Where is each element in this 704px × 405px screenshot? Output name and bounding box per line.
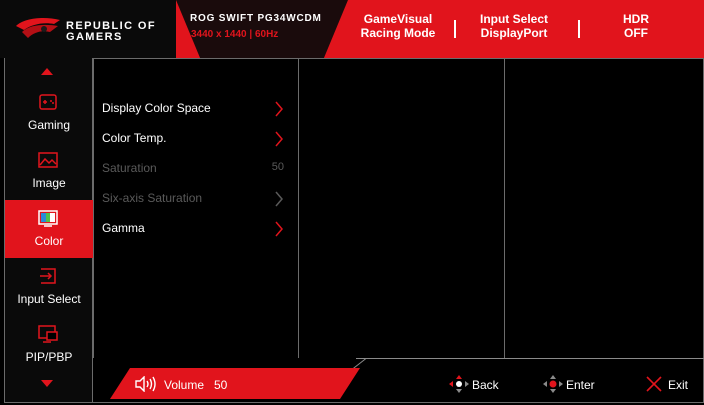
sidebar-item-gaming[interactable]: Gaming (5, 84, 93, 142)
model-name: ROG SWIFT PG34WCDM (190, 13, 322, 24)
status-gamevisual-label: GameVisual (363, 12, 433, 26)
status-hdr-label: HDR (623, 12, 649, 26)
volume-label: Volume (164, 378, 205, 392)
status-input-label: Input Select (479, 12, 548, 26)
footer-divider (356, 358, 704, 359)
status-hdr: HDR OFF (586, 12, 686, 40)
sidebar-item-label: Gaming (27, 118, 71, 132)
menu-item-label: Saturation (102, 161, 157, 175)
sidebar-item-input-select[interactable]: Input Select (5, 258, 93, 316)
menu-item-label: Gamma (102, 221, 145, 235)
menu-item-label: Color Temp. (102, 131, 167, 145)
chevron-right-icon (275, 191, 283, 207)
menu-item-saturation: Saturation 50 (102, 159, 292, 179)
sidebar-item-image[interactable]: Image (5, 142, 93, 200)
saturation-value: 50 (271, 161, 284, 173)
chevron-right-icon (275, 131, 283, 147)
osd-body: Gaming Image Color Input Select PIP/PBP … (4, 58, 704, 403)
image-icon (38, 152, 58, 168)
status-input-value: DisplayPort (480, 26, 548, 40)
header-bar: REPUBLIC OF GAMERS ROG SWIFT PG34WCDM 34… (0, 0, 704, 58)
sidebar-item-label: Input Select (17, 292, 81, 306)
footer-bar: Volume 50 Back Enter Exit (92, 356, 704, 403)
chevron-right-icon (275, 221, 283, 237)
pip-icon (38, 325, 58, 343)
status-gamevisual-value: Racing Mode (360, 26, 436, 40)
speaker-icon (135, 376, 156, 392)
status-gamevisual: GameVisual Racing Mode (348, 12, 448, 40)
gamepad-icon (39, 94, 57, 110)
joystick-left-icon (449, 375, 469, 393)
scroll-down-icon[interactable] (41, 380, 53, 387)
scroll-up-icon[interactable] (41, 68, 53, 75)
menu-item-label: Six-axis Saturation (102, 191, 203, 205)
chevron-right-icon (275, 101, 283, 117)
sidebar-item-label: Image (32, 176, 66, 190)
sidebar-item-label: PIP/PBP (25, 350, 73, 364)
status-input: Input Select DisplayPort (464, 12, 564, 40)
value-panel (505, 58, 704, 358)
menu-item-display-color-space[interactable]: Display Color Space (102, 99, 292, 119)
menu-item-gamma[interactable]: Gamma (102, 219, 292, 239)
menu-item-color-temp[interactable]: Color Temp. (102, 129, 292, 149)
rog-logo-icon (16, 18, 60, 38)
exit-label: Exit (668, 378, 689, 392)
enter-label: Enter (566, 378, 595, 392)
status-divider (454, 20, 456, 38)
joystick-center-icon (543, 375, 563, 393)
menu-item-label: Display Color Space (102, 101, 211, 115)
brand-text: REPUBLIC OF GAMERS (66, 21, 156, 43)
sidebar-item-label: Color (34, 234, 64, 248)
model-resolution: 3440 x 1440 | 60Hz (191, 29, 279, 40)
option-panel (299, 58, 505, 358)
menu-item-six-axis-saturation: Six-axis Saturation (102, 189, 292, 209)
input-icon (40, 268, 56, 284)
sidebar: Gaming Image Color Input Select PIP/PBP (5, 58, 93, 402)
sidebar-item-color[interactable]: Color (5, 200, 93, 258)
submenu-panel: Display Color Space Color Temp. Saturati… (93, 58, 299, 358)
close-icon (646, 376, 662, 392)
status-hdr-value: OFF (624, 26, 648, 40)
volume-value: 50 (214, 378, 228, 392)
sidebar-item-pip-pbp[interactable]: PIP/PBP (5, 316, 93, 374)
status-divider (578, 20, 580, 38)
back-label: Back (472, 378, 499, 392)
color-icon (38, 210, 58, 227)
brand-line-2: GAMERS (66, 31, 123, 43)
